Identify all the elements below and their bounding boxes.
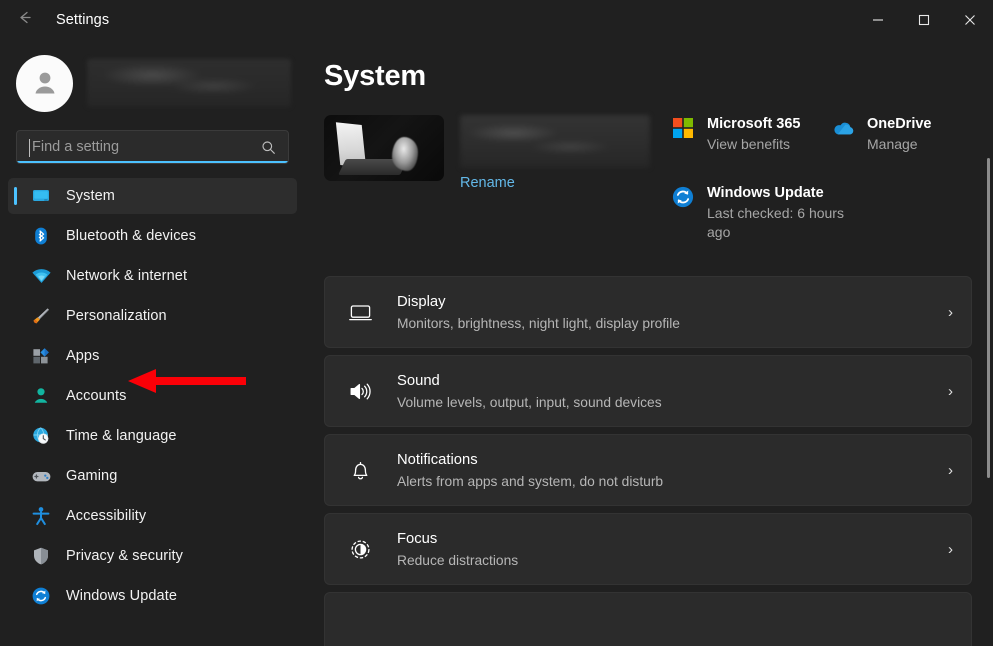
- shield-icon: [30, 545, 52, 567]
- chevron-right-icon: ›: [948, 540, 953, 558]
- onedrive-cloud-icon: [830, 115, 856, 141]
- sidebar-item-bluetooth-devices[interactable]: Bluetooth & devices: [8, 218, 297, 254]
- gamepad-icon: [30, 465, 52, 487]
- app-title: Settings: [56, 12, 110, 28]
- search-input[interactable]: [17, 139, 261, 155]
- sidebar-item-network-internet[interactable]: Network & internet: [8, 258, 297, 294]
- sidebar: System Bluetooth & devices: [0, 40, 311, 646]
- sidebar-item-label: Privacy & security: [66, 548, 184, 564]
- card-sound[interactable]: Sound Volume levels, output, input, soun…: [324, 355, 972, 427]
- quicklink-title: Windows Update: [707, 185, 824, 201]
- apps-icon: [30, 345, 52, 367]
- card-title: Sound: [397, 372, 440, 389]
- paintbrush-icon: [30, 305, 52, 327]
- title-bar: Settings: [0, 0, 993, 40]
- card-focus[interactable]: Focus Reduce distractions ›: [324, 513, 972, 585]
- avatar: [16, 54, 73, 112]
- microsoft-logo-icon: [670, 115, 696, 141]
- quicklink-microsoft-365[interactable]: Microsoft 365 View benefits: [670, 115, 830, 154]
- card-subtitle: Reduce distractions: [397, 552, 519, 568]
- settings-cards: Display Monitors, brightness, night ligh…: [324, 276, 972, 646]
- account-name-blurred: [87, 59, 291, 107]
- chevron-right-icon: ›: [948, 461, 953, 479]
- sidebar-item-label: Accounts: [66, 388, 127, 404]
- card-subtitle: Volume levels, output, input, sound devi…: [397, 394, 662, 410]
- sidebar-nav: System Bluetooth & devices Network & int…: [0, 178, 305, 614]
- sidebar-item-privacy-security[interactable]: Privacy & security: [8, 538, 297, 574]
- sidebar-item-label: Accessibility: [66, 508, 147, 524]
- close-button[interactable]: [947, 0, 993, 40]
- bluetooth-icon: [30, 225, 52, 247]
- search-focus-underline: [17, 161, 288, 163]
- card-next-partial[interactable]: [324, 592, 972, 646]
- quicklink-title: OneDrive: [867, 116, 932, 132]
- card-title: Notifications: [397, 451, 478, 468]
- notification-bell-icon: [345, 455, 375, 485]
- sidebar-item-personalization[interactable]: Personalization: [8, 298, 297, 334]
- sidebar-item-label: Time & language: [66, 428, 177, 444]
- sidebar-item-windows-update[interactable]: Windows Update: [8, 578, 297, 614]
- text-caret: [29, 139, 30, 157]
- sidebar-item-time-language[interactable]: Time & language: [8, 418, 297, 454]
- back-arrow-icon: [16, 9, 33, 31]
- quicklink-windows-update[interactable]: Windows Update Last checked: 6 hours ago: [670, 184, 970, 242]
- monitor-icon: [30, 185, 52, 207]
- sidebar-item-label: Personalization: [66, 308, 167, 324]
- rename-link[interactable]: Rename: [460, 175, 650, 191]
- sidebar-item-gaming[interactable]: Gaming: [8, 458, 297, 494]
- accessibility-icon: [30, 505, 52, 527]
- update-refresh-icon: [670, 184, 696, 210]
- sidebar-item-label: Bluetooth & devices: [66, 228, 197, 244]
- globe-clock-icon: [30, 425, 52, 447]
- person-icon: [30, 385, 52, 407]
- page-title: System: [324, 60, 426, 92]
- card-subtitle: Monitors, brightness, night light, displ…: [397, 315, 680, 331]
- card-notifications[interactable]: Notifications Alerts from apps and syste…: [324, 434, 972, 506]
- card-title: Display: [397, 293, 446, 310]
- maximize-button[interactable]: [901, 0, 947, 40]
- device-name-blurred: [460, 115, 650, 168]
- sidebar-item-label: System: [66, 188, 115, 204]
- focus-icon: [345, 534, 375, 564]
- chevron-right-icon: ›: [948, 303, 953, 321]
- sidebar-item-label: Apps: [66, 348, 100, 364]
- display-monitor-icon: [345, 297, 375, 327]
- settings-window: Settings Find a setting System Bluetooth…: [0, 0, 993, 646]
- account-profile[interactable]: [0, 40, 311, 635]
- quick-links: Microsoft 365 View benefits OneDrive Man…: [670, 115, 980, 260]
- card-title: Focus: [397, 530, 438, 547]
- sidebar-item-system[interactable]: System: [8, 178, 297, 214]
- main-content: System Rename Microsoft 365 View benefit…: [305, 40, 993, 646]
- sidebar-item-label: Network & internet: [66, 268, 188, 284]
- device-overview-row: Rename Microsoft 365 View benefits OneDr…: [324, 115, 993, 260]
- quicklink-subtitle: View benefits: [707, 136, 791, 152]
- sidebar-item-accessibility[interactable]: Accessibility: [8, 498, 297, 534]
- chevron-right-icon: ›: [948, 382, 953, 400]
- wifi-icon: [30, 265, 52, 287]
- annotation-arrow: [128, 369, 246, 393]
- quicklink-subtitle: Last checked: 6 hours ago: [707, 205, 844, 240]
- device-info: Rename: [324, 115, 654, 260]
- sidebar-item-label: Windows Update: [66, 588, 178, 604]
- search-container: [0, 116, 305, 164]
- vertical-scrollbar[interactable]: [987, 158, 990, 478]
- quicklink-title: Microsoft 365: [707, 116, 801, 132]
- quicklink-subtitle: Manage: [867, 136, 918, 152]
- search-box[interactable]: [16, 130, 289, 164]
- update-refresh-icon: [30, 585, 52, 607]
- back-button[interactable]: [8, 4, 40, 36]
- sound-speaker-icon: [345, 376, 375, 406]
- device-photo-thumbnail: [324, 115, 444, 181]
- quicklink-onedrive[interactable]: OneDrive Manage: [830, 115, 980, 154]
- sidebar-item-label: Gaming: [66, 468, 118, 484]
- user-avatar-icon: [35, 72, 54, 94]
- card-display[interactable]: Display Monitors, brightness, night ligh…: [324, 276, 972, 348]
- window-controls: [855, 0, 993, 40]
- minimize-button[interactable]: [855, 0, 901, 40]
- card-subtitle: Alerts from apps and system, do not dist…: [397, 473, 664, 489]
- search-icon[interactable]: [261, 140, 276, 155]
